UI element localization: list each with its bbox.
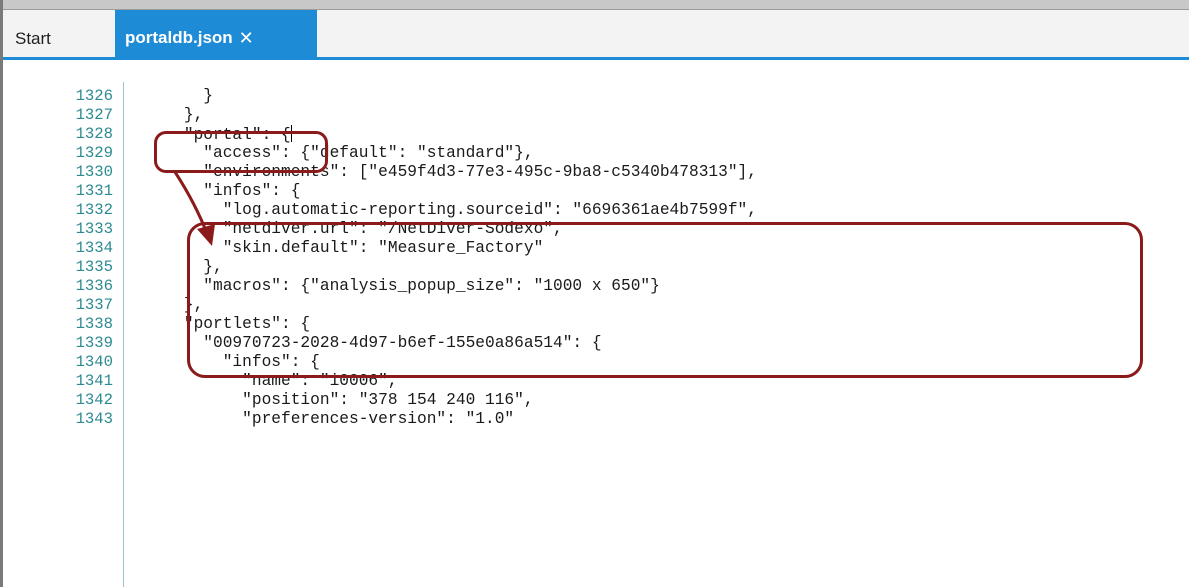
- line-code[interactable]: "position": "378 154 240 116",: [145, 391, 533, 410]
- line-number: 1337: [75, 296, 113, 314]
- line-number: 1329: [75, 144, 113, 162]
- line-code[interactable]: "preferences-version": "1.0": [145, 410, 514, 429]
- line-code[interactable]: "00970723-2028-4d97-b6ef-155e0a86a514": …: [145, 334, 601, 353]
- line-number: 1340: [75, 353, 113, 371]
- tab-start-label: Start: [15, 29, 51, 48]
- line-number: 1334: [75, 239, 113, 257]
- code-line[interactable]: 1343 "preferences-version": "1.0": [3, 410, 1189, 429]
- line-number: 1339: [75, 334, 113, 352]
- code-line[interactable]: 1335 },: [3, 258, 1189, 277]
- close-icon[interactable]: ✕: [239, 28, 254, 49]
- line-code[interactable]: "environments": ["e459f4d3-77e3-495c-9ba…: [145, 163, 757, 182]
- code-line[interactable]: 1334 "skin.default": "Measure_Factory": [3, 239, 1189, 258]
- tab-portaldb-label: portaldb.json: [125, 28, 233, 47]
- editor-window: Start portaldb.json ✕ 1326 } 1327 }, 1328 …: [0, 0, 1189, 587]
- line-code[interactable]: "skin.default": "Measure_Factory": [145, 239, 544, 258]
- tab-start[interactable]: Start: [15, 10, 51, 58]
- line-number: 1331: [75, 182, 113, 200]
- code-line[interactable]: 1341 "name": "i0006",: [3, 372, 1189, 391]
- line-number: 1336: [75, 277, 113, 295]
- code-line[interactable]: 1327 },: [3, 106, 1189, 125]
- code-line[interactable]: 1340 "infos": {: [3, 353, 1189, 372]
- line-number: 1338: [75, 315, 113, 333]
- text-caret: [290, 125, 292, 142]
- line-number: 1326: [75, 87, 113, 105]
- line-code[interactable]: "portlets": {: [145, 315, 310, 334]
- line-code[interactable]: "name": "i0006",: [145, 372, 397, 391]
- line-code[interactable]: "access": {"default": "standard"},: [145, 144, 533, 163]
- code-line[interactable]: 1338 "portlets": {: [3, 315, 1189, 334]
- line-code[interactable]: },: [145, 258, 222, 277]
- line-number: 1332: [75, 201, 113, 219]
- line-number: 1341: [75, 372, 113, 390]
- code-line[interactable]: 1329 "access": {"default": "standard"},: [3, 144, 1189, 163]
- code-line[interactable]: 1328 "portal": {: [3, 125, 1189, 144]
- code-line[interactable]: 1339 "00970723-2028-4d97-b6ef-155e0a86a5…: [3, 334, 1189, 353]
- code-line[interactable]: 1337 },: [3, 296, 1189, 315]
- code-line[interactable]: 1336 "macros": {"analysis_popup_size": "…: [3, 277, 1189, 296]
- code-line[interactable]: 1342 "position": "378 154 240 116",: [3, 391, 1189, 410]
- line-number: 1328: [75, 125, 113, 143]
- code-line[interactable]: 1331 "infos": {: [3, 182, 1189, 201]
- line-code[interactable]: "log.automatic-reporting.sourceid": "669…: [145, 201, 757, 220]
- line-code[interactable]: "netdiver.url": "/NetDiver-Sodexo",: [145, 220, 563, 239]
- line-number: 1333: [75, 220, 113, 238]
- line-number: 1327: [75, 106, 113, 124]
- window-top-border: [0, 0, 1189, 10]
- code-line[interactable]: 1333 "netdiver.url": "/NetDiver-Sodexo",: [3, 220, 1189, 239]
- line-code[interactable]: },: [145, 296, 203, 315]
- line-code[interactable]: "infos": {: [145, 353, 320, 372]
- line-code[interactable]: }: [145, 87, 213, 106]
- line-number: 1342: [75, 391, 113, 409]
- line-code[interactable]: },: [145, 106, 203, 125]
- line-code[interactable]: "infos": {: [145, 182, 300, 201]
- code-editor[interactable]: 1326 } 1327 }, 1328 "portal": {1329 "acces…: [3, 60, 1189, 587]
- line-number: 1343: [75, 410, 113, 428]
- code-line[interactable]: 1330 "environments": ["e459f4d3-77e3-495…: [3, 163, 1189, 182]
- tab-bar: Start portaldb.json ✕: [3, 10, 1189, 58]
- line-number: 1335: [75, 258, 113, 276]
- code-line[interactable]: 1326 }: [3, 87, 1189, 106]
- line-number: 1330: [75, 163, 113, 181]
- line-code[interactable]: "macros": {"analysis_popup_size": "1000 …: [145, 277, 660, 296]
- line-code[interactable]: "portal": {: [145, 125, 292, 145]
- code-line[interactable]: 1332 "log.automatic-reporting.sourceid":…: [3, 201, 1189, 220]
- tab-portaldb-json[interactable]: portaldb.json ✕: [115, 10, 317, 58]
